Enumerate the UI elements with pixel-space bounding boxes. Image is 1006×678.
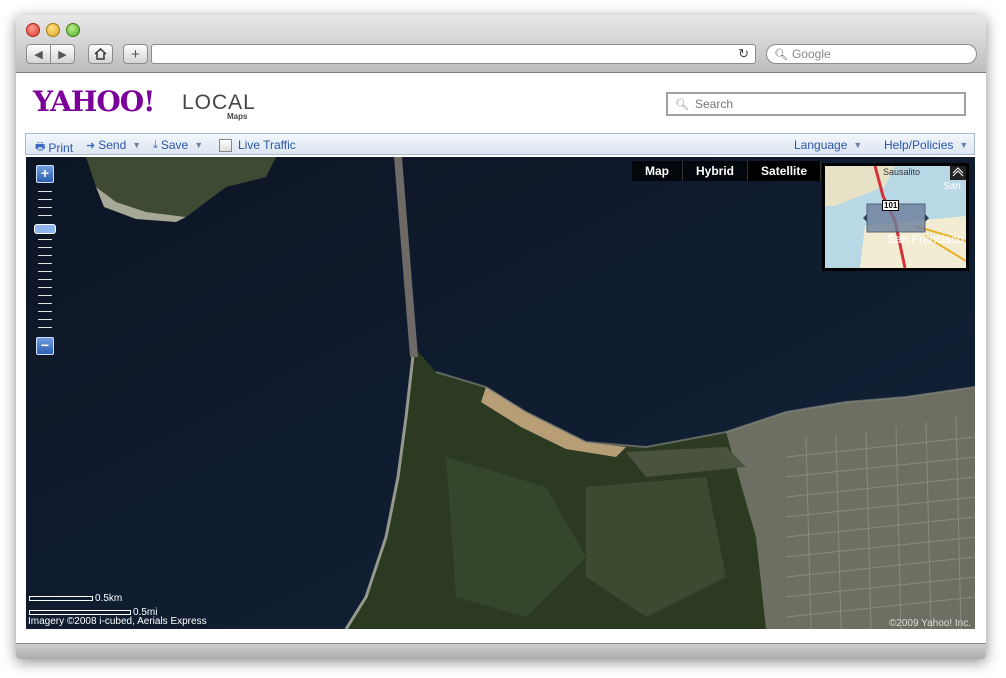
- zoom-tick[interactable]: [38, 327, 52, 328]
- browser-toolbar: ◀ ▶ + ↻ 🔍︎ Google: [16, 15, 986, 73]
- map-search-input[interactable]: [692, 96, 947, 112]
- minimap-label-sausalito: Sausalito: [883, 167, 921, 177]
- help-policies-menu[interactable]: Help/Policies ▼: [884, 138, 968, 152]
- browser-window: ◀ ▶ + ↻ 🔍︎ Google YAHOO! LOCAL Maps 🔍︎ 🖶…: [16, 15, 986, 659]
- zoom-tick[interactable]: [38, 191, 52, 192]
- zoom-tick[interactable]: [38, 207, 52, 208]
- chevron-down-icon: ▼: [132, 140, 142, 150]
- download-icon: ⤓: [153, 138, 158, 151]
- overview-minimap[interactable]: Sausalito San 101 San Francisco: [822, 163, 969, 271]
- close-window-button[interactable]: [26, 23, 40, 37]
- browser-status-bar: [16, 643, 986, 659]
- save-button[interactable]: ⤓ Save ▼: [153, 138, 203, 152]
- zoom-tick[interactable]: [38, 319, 52, 320]
- chevron-down-icon: ▼: [959, 140, 969, 150]
- minimap-label-san: San: [943, 181, 961, 192]
- printer-icon: 🖶: [35, 141, 46, 153]
- zoom-out-button[interactable]: −: [36, 337, 54, 355]
- home-icon: [94, 48, 107, 60]
- zoom-in-button[interactable]: +: [36, 165, 54, 183]
- live-traffic-toggle[interactable]: Live Traffic: [219, 138, 296, 152]
- reload-icon[interactable]: ↻: [738, 46, 749, 62]
- back-button[interactable]: ◀: [26, 44, 51, 64]
- map-type-map[interactable]: Map: [632, 161, 683, 181]
- forward-button[interactable]: ▶: [50, 44, 75, 64]
- map-search-box[interactable]: 🔍︎: [666, 92, 966, 116]
- maps-logo-text: Maps: [227, 112, 248, 121]
- map-type-satellite[interactable]: Satellite: [748, 161, 822, 181]
- language-menu[interactable]: Language ▼: [794, 138, 862, 152]
- zoom-tick[interactable]: [38, 199, 52, 200]
- zoom-tick[interactable]: [38, 287, 52, 288]
- zoom-control: + −: [34, 165, 56, 355]
- map-type-switcher: Map Hybrid Satellite: [632, 161, 822, 181]
- map-type-hybrid[interactable]: Hybrid: [683, 161, 749, 181]
- map-copyright: ©2009 Yahoo! Inc.: [888, 618, 971, 629]
- minimize-window-button[interactable]: [46, 23, 60, 37]
- zoom-tick[interactable]: [38, 247, 52, 248]
- zoom-tick[interactable]: [38, 239, 52, 240]
- map-scale: 0.5km 0.5mi: [29, 593, 157, 618]
- zoom-window-button[interactable]: [66, 23, 80, 37]
- forward-arrow-icon: ▶: [58, 48, 67, 61]
- zoom-tick[interactable]: [38, 263, 52, 264]
- send-label: Send: [98, 138, 127, 152]
- home-button[interactable]: [88, 44, 113, 64]
- zoom-tick[interactable]: [38, 215, 52, 216]
- browser-search-placeholder: Google: [791, 47, 831, 61]
- live-traffic-checkbox[interactable]: [219, 138, 232, 152]
- scale-km-label: 0.5km: [95, 593, 123, 604]
- live-traffic-label: Live Traffic: [238, 138, 296, 152]
- send-arrow-icon: ➜: [86, 139, 96, 152]
- route-101-shield: 101: [882, 200, 900, 211]
- satellite-map[interactable]: + − Map Hybrid Satellite Sausalito San 1…: [26, 157, 975, 629]
- browser-search-field[interactable]: 🔍︎ Google: [766, 44, 977, 64]
- chevron-down-icon: ▼: [194, 140, 204, 150]
- send-button[interactable]: ➜ Send ▼: [86, 138, 141, 152]
- help-policies-label: Help/Policies: [884, 138, 954, 152]
- zoom-tick[interactable]: [38, 279, 52, 280]
- print-button[interactable]: 🖶 Print: [35, 138, 73, 157]
- language-label: Language: [794, 138, 848, 152]
- search-icon: 🔍︎: [675, 98, 689, 111]
- back-arrow-icon: ◀: [34, 48, 43, 61]
- search-icon: 🔍︎: [774, 48, 788, 61]
- chevron-down-icon: ▼: [853, 140, 863, 150]
- save-label: Save: [160, 138, 189, 152]
- zoom-slider-thumb[interactable]: [34, 224, 56, 234]
- zoom-tick[interactable]: [38, 271, 52, 272]
- zoom-tick[interactable]: [38, 311, 52, 312]
- minimap-label-sf: San Francisco: [887, 232, 964, 246]
- plus-icon: +: [131, 45, 140, 63]
- address-bar[interactable]: ↻: [151, 44, 756, 64]
- imagery-credit: Imagery ©2008 i-cubed, Aerials Express: [28, 616, 207, 627]
- scale-km: 0.5km: [29, 593, 157, 604]
- zoom-tick[interactable]: [38, 295, 52, 296]
- yahoo-logo[interactable]: YAHOO!: [33, 85, 155, 118]
- zoom-tick[interactable]: [38, 303, 52, 304]
- zoom-tick[interactable]: [38, 255, 52, 256]
- print-label: Print: [48, 140, 74, 155]
- map-toolbar: 🖶 Print ➜ Send ▼ ⤓ Save ▼ Live Traffic L…: [25, 133, 975, 155]
- page-content: YAHOO! LOCAL Maps 🔍︎ 🖶 Print ➜ Send ▼ ⤓ …: [16, 73, 986, 643]
- add-bookmark-button[interactable]: +: [123, 44, 148, 64]
